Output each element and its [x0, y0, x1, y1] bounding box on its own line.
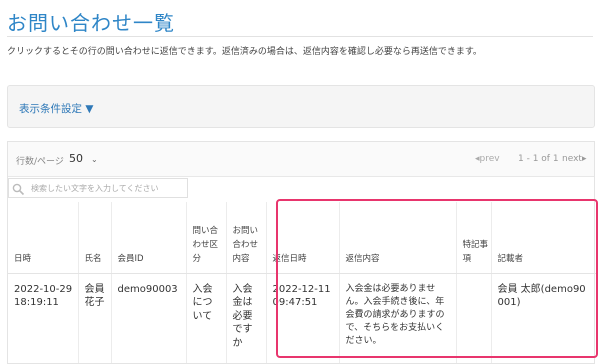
inquiry-table-container: 行数/ページ 50 ⌄ ◂prev 1 - 1 of 1 next▸ 日時 氏名 … [7, 141, 596, 364]
pager-bar: 行数/ページ 50 ⌄ ◂prev 1 - 1 of 1 next▸ [8, 142, 594, 177]
column-header-notes[interactable]: 特記事項 [456, 202, 492, 274]
prev-page-label: prev [479, 154, 500, 164]
cell-name: 会員 花子 [78, 273, 112, 363]
cell-member-id: demo90003 [111, 273, 187, 363]
cell-datetime: 2022-10-29 18:19:11 [8, 273, 79, 363]
column-header-name[interactable]: 氏名 [78, 202, 112, 274]
inquiry-table: 日時 氏名 会員ID 問い合わせ区分 お問い合わせ内容 返信日時 返信内容 特記… [8, 202, 596, 363]
cell-notes [456, 273, 492, 363]
column-header-reply-datetime[interactable]: 返信日時 [266, 202, 340, 274]
page-title: お問い合わせ一覧 [7, 11, 175, 35]
table-row[interactable]: 2022-10-29 18:19:11 会員 花子 demo90003 入会につ… [8, 273, 596, 363]
rows-per-page-value: 50 [69, 152, 83, 165]
cell-reply-content: 入会金は必要ありません。入会手続き後に、年会費の請求がありますので、そちらをお支… [339, 273, 457, 363]
next-page-link[interactable]: next▸ [562, 154, 586, 164]
page-range-text: 1 - 1 of 1 [518, 154, 559, 164]
rows-per-page-label: 行数/ページ [16, 157, 64, 167]
rows-per-page-select[interactable]: 50 ⌄ [69, 152, 98, 165]
next-page-label: next [562, 154, 582, 164]
filter-panel: 表示条件設定 ▼ [7, 85, 595, 128]
column-header-reply-content[interactable]: 返信内容 [339, 202, 457, 274]
cell-reply-datetime: 2022-12-11 09:47:51 [266, 273, 340, 363]
title-divider [7, 36, 593, 37]
cell-author: 会員 太郎(demo90001) [497, 283, 586, 309]
column-header-member-id[interactable]: 会員ID [111, 202, 187, 274]
search-input[interactable] [31, 181, 181, 195]
column-header-author[interactable]: 記載者 [491, 202, 596, 274]
page-description: クリックするとその行の問い合わせに返信できます。返信済みの場合は、返信内容を確認… [7, 47, 482, 57]
column-header-inquiry[interactable]: お問い合わせ内容 [226, 202, 267, 274]
search-box [8, 178, 188, 198]
cell-inquiry: 入会金は必要ですか [226, 273, 267, 363]
cell-category: 入会について [186, 273, 227, 363]
search-icon [12, 181, 25, 200]
chevron-right-icon: ▸ [581, 154, 587, 164]
column-header-category[interactable]: 問い合わせ区分 [186, 202, 227, 274]
filter-toggle-link[interactable]: 表示条件設定 ▼ [19, 101, 93, 116]
chevron-down-icon: ⌄ [91, 155, 98, 164]
column-header-datetime[interactable]: 日時 [8, 202, 79, 274]
table-header-row: 日時 氏名 会員ID 問い合わせ区分 お問い合わせ内容 返信日時 返信内容 特記… [8, 202, 596, 274]
prev-page-link[interactable]: ◂prev [475, 154, 500, 164]
